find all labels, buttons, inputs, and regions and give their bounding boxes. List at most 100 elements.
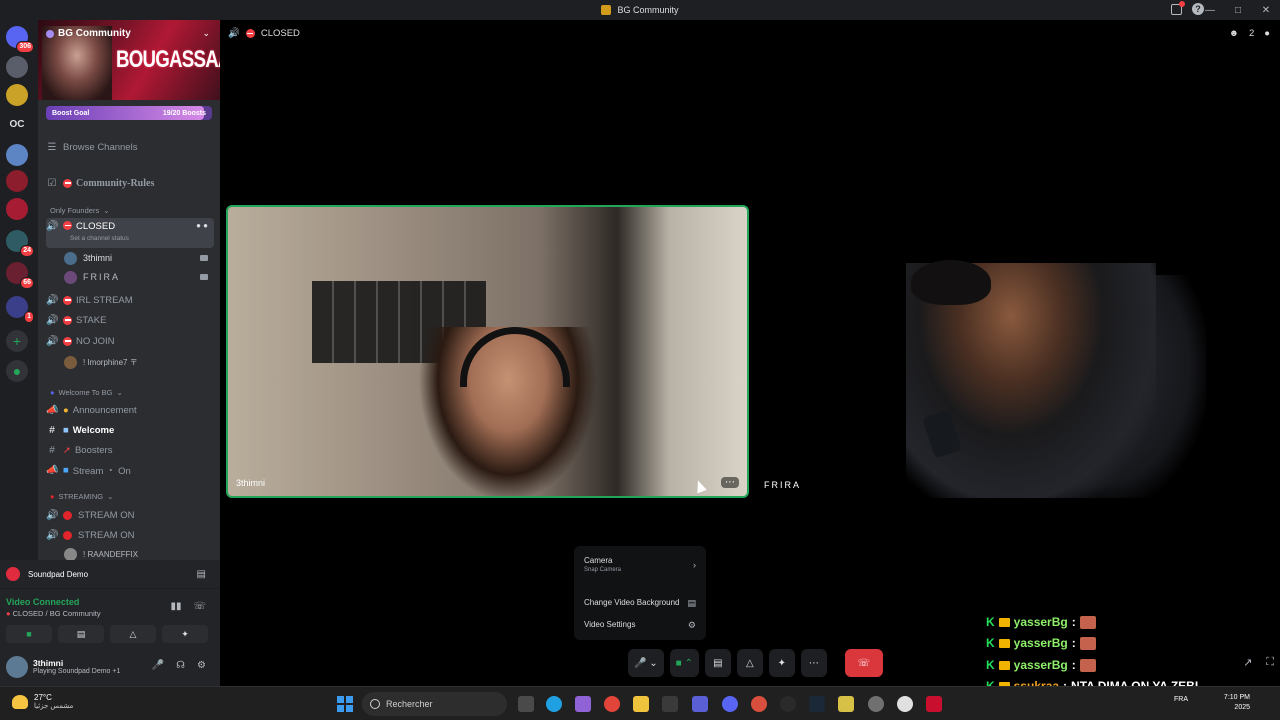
channel-boosters[interactable]: # ➚ Boosters bbox=[46, 441, 214, 459]
camera-button[interactable]: ■ bbox=[6, 625, 52, 643]
app-icon[interactable] bbox=[897, 696, 913, 712]
video-tile-frira[interactable]: FRIRA bbox=[756, 205, 1279, 498]
screen-share-button[interactable]: ▤ bbox=[58, 625, 104, 643]
voice-member[interactable]: 3thimni bbox=[64, 250, 214, 266]
discover-icon[interactable]: ● bbox=[6, 360, 28, 382]
boost-goal-bar[interactable]: Boost Goal 19/20 Boosts bbox=[46, 106, 212, 120]
channel-stream-on-2[interactable]: 🔊 STREAM ON bbox=[46, 526, 214, 544]
channel-community-rules[interactable]: ☑ Community-Rules bbox=[46, 174, 214, 192]
video-tile-3thimni[interactable]: 3thimni ⋯ bbox=[226, 205, 749, 498]
server-icon[interactable] bbox=[6, 170, 28, 192]
copilot-icon[interactable] bbox=[575, 696, 591, 712]
minimize-button[interactable]: — bbox=[1196, 5, 1224, 16]
soundpad-activity[interactable]: Soundpad Demo ▤ bbox=[0, 560, 220, 588]
server-oc[interactable]: OC bbox=[6, 114, 28, 136]
server-folder[interactable]: 24 bbox=[6, 230, 34, 257]
speaker-icon: 🔊 bbox=[46, 335, 59, 347]
channel-stream-on-1[interactable]: 🔊 STREAM ON bbox=[46, 506, 214, 524]
close-button[interactable]: ✕ bbox=[1252, 5, 1280, 16]
menu-change-background[interactable]: Change Video Background ▤ bbox=[584, 598, 696, 608]
channel-stake[interactable]: 🔊 STAKE bbox=[46, 311, 214, 329]
more-options-icon[interactable]: ⋯ bbox=[721, 477, 739, 488]
avatar[interactable] bbox=[6, 656, 28, 678]
inbox-icon[interactable] bbox=[1171, 1, 1185, 15]
app-icon[interactable] bbox=[838, 696, 854, 712]
channel-no-join[interactable]: 🔊 NO JOIN bbox=[46, 332, 214, 350]
activities-button[interactable]: △ bbox=[110, 625, 156, 643]
server-logo-icon bbox=[601, 5, 612, 15]
file-explorer-icon[interactable] bbox=[633, 696, 649, 712]
weather-widget[interactable]: 27°C مشمس جزئيا bbox=[12, 693, 73, 710]
category-only-founders[interactable]: Only Founders ⌄ bbox=[50, 206, 110, 215]
camera-toggle-button[interactable]: ■ ⌃ bbox=[669, 649, 699, 677]
server-banner[interactable]: BOUGASSAA BG Community ⌄ bbox=[38, 20, 220, 100]
user-name[interactable]: 3thimni bbox=[33, 658, 63, 668]
activity-icon[interactable]: ▤ bbox=[197, 569, 206, 580]
more-button[interactable]: ⋯ bbox=[800, 649, 827, 677]
live-dot-icon bbox=[63, 530, 72, 540]
soundboard-button[interactable]: ✦ bbox=[768, 649, 795, 677]
steam-icon[interactable] bbox=[809, 696, 825, 712]
server-icon[interactable] bbox=[6, 198, 28, 220]
chrome-icon[interactable] bbox=[751, 696, 767, 712]
mention-badge: 66 bbox=[20, 277, 34, 289]
input-language[interactable]: FRA bbox=[1174, 696, 1188, 703]
server-name[interactable]: BG Community bbox=[46, 28, 131, 39]
voice-member[interactable]: ! RAANDEFFIX bbox=[64, 546, 214, 560]
mute-button[interactable]: 🎤 ⌄ bbox=[628, 649, 664, 677]
discord-icon[interactable] bbox=[722, 696, 738, 712]
channel-closed[interactable]: 🔊 CLOSED Set a channel status ● ● bbox=[46, 218, 214, 248]
add-server-icon[interactable]: + bbox=[6, 330, 28, 352]
chrome-icon[interactable] bbox=[604, 696, 620, 712]
channel-welcome[interactable]: # ■ Welcome bbox=[46, 421, 214, 439]
store-icon[interactable] bbox=[662, 696, 678, 712]
headphones-icon[interactable]: ☊ bbox=[176, 660, 185, 671]
start-button[interactable] bbox=[337, 696, 353, 712]
chat-icon[interactable]: ● bbox=[1264, 28, 1270, 39]
direct-messages-icon[interactable]: 306 bbox=[6, 26, 34, 53]
chevron-down-icon[interactable]: ⌄ bbox=[202, 28, 210, 39]
speaker-icon: 🔊 bbox=[46, 529, 59, 541]
edge-icon[interactable] bbox=[546, 696, 562, 712]
channel-stream-on[interactable]: 📣 ■ Stream ・ On bbox=[46, 461, 214, 479]
menu-camera[interactable]: Camera Snap Camera › bbox=[584, 556, 696, 573]
voice-channel[interactable]: ● CLOSED / BG Community bbox=[6, 609, 101, 618]
maximize-button[interactable]: □ bbox=[1224, 5, 1252, 16]
task-view-icon[interactable] bbox=[518, 696, 534, 712]
chat-icon[interactable]: ● ● bbox=[196, 221, 208, 230]
browse-channels[interactable]: ☰ Browse Channels bbox=[46, 138, 214, 156]
category-welcome[interactable]: ● Welcome To BG ⌄ bbox=[50, 388, 123, 397]
settings-icon[interactable]: ⚙ bbox=[197, 660, 206, 671]
server-icon[interactable] bbox=[6, 84, 28, 106]
popout-icon[interactable]: ↗ bbox=[1243, 656, 1252, 669]
screen-share-button[interactable]: ▤ bbox=[704, 649, 731, 677]
activities-button[interactable]: △ bbox=[736, 649, 763, 677]
server-folder[interactable]: 1 bbox=[6, 296, 34, 323]
server-folder[interactable]: 66 bbox=[6, 262, 34, 289]
participants-icon[interactable]: ☻ bbox=[1229, 28, 1239, 39]
chevron-down-icon: ⌄ bbox=[116, 388, 123, 397]
obs-icon[interactable] bbox=[780, 696, 796, 712]
fullscreen-icon[interactable]: ⛶ bbox=[1266, 656, 1274, 669]
menu-video-settings[interactable]: Video Settings ⚙ bbox=[584, 620, 696, 630]
browse-label: Browse Channels bbox=[63, 141, 138, 153]
taskbar-search[interactable]: Rechercher bbox=[362, 692, 507, 716]
taskbar-clock[interactable]: 7:10 PM 2025 bbox=[1224, 693, 1250, 713]
disconnect-button[interactable]: ☏ bbox=[844, 649, 883, 677]
disconnect-icon[interactable]: ☏ bbox=[193, 601, 206, 612]
soundpad-icon[interactable] bbox=[926, 696, 942, 712]
server-icon[interactable] bbox=[6, 144, 28, 166]
channel-announcement[interactable]: 📣 ● Announcement bbox=[46, 401, 214, 419]
soundboard-button[interactable]: ✦ bbox=[162, 625, 208, 643]
channel-status[interactable]: Set a channel status bbox=[70, 235, 129, 242]
teams-icon[interactable] bbox=[692, 696, 708, 712]
microphone-icon[interactable]: 🎤 bbox=[152, 660, 164, 671]
server-icon[interactable] bbox=[6, 56, 28, 78]
channel-irl-stream[interactable]: 🔊 IRL STREAM bbox=[46, 291, 214, 309]
channel-label: STREAM ON bbox=[78, 529, 135, 541]
voice-member[interactable]: FRIRA bbox=[64, 269, 214, 285]
noise-suppression-icon[interactable]: ▮▮ bbox=[170, 601, 181, 612]
category-streaming[interactable]: ● STREAMING ⌄ bbox=[50, 492, 113, 501]
voice-member[interactable]: ! Imorphine7 〒 bbox=[64, 354, 214, 370]
settings-icon[interactable] bbox=[868, 696, 884, 712]
